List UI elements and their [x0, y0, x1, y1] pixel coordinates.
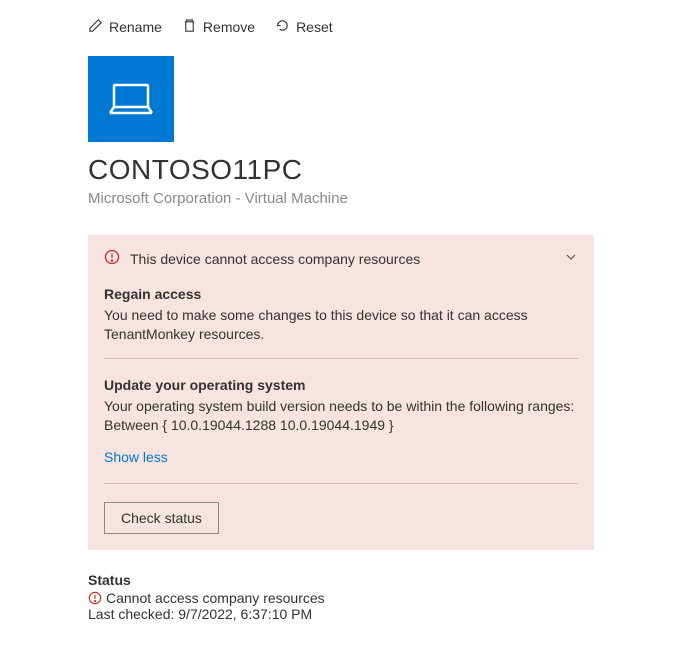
- compliance-alert: This device cannot access company resour…: [88, 235, 594, 550]
- toolbar: Rename Remove Reset: [88, 18, 594, 36]
- device-subtitle: Microsoft Corporation - Virtual Machine: [88, 190, 594, 207]
- device-icon: [88, 56, 174, 142]
- reset-label: Reset: [296, 19, 333, 35]
- divider: [104, 483, 578, 484]
- regain-access-text: You need to make some changes to this de…: [104, 306, 578, 344]
- trash-icon: [182, 18, 197, 36]
- show-less-link[interactable]: Show less: [104, 449, 578, 465]
- remove-button[interactable]: Remove: [182, 18, 255, 36]
- device-name: CONTOSO11PC: [88, 154, 594, 186]
- error-icon: [88, 591, 102, 605]
- status-message: Cannot access company resources: [106, 590, 325, 606]
- status-line: Cannot access company resources: [88, 590, 594, 606]
- update-os-text: Your operating system build version need…: [104, 397, 578, 435]
- divider: [104, 358, 578, 359]
- update-os-heading: Update your operating system: [104, 377, 578, 393]
- remove-label: Remove: [203, 19, 255, 35]
- rename-label: Rename: [109, 19, 162, 35]
- status-section: Status Cannot access company resources L…: [88, 572, 594, 622]
- rename-button[interactable]: Rename: [88, 18, 162, 36]
- alert-header[interactable]: This device cannot access company resour…: [104, 249, 578, 268]
- error-icon: [104, 249, 120, 268]
- reset-icon: [275, 18, 290, 36]
- check-status-button[interactable]: Check status: [104, 502, 219, 534]
- status-last-checked: Last checked: 9/7/2022, 6:37:10 PM: [88, 606, 594, 622]
- chevron-down-icon: [564, 250, 578, 267]
- status-heading: Status: [88, 572, 594, 588]
- reset-button[interactable]: Reset: [275, 18, 333, 36]
- pencil-icon: [88, 18, 103, 36]
- alert-title: This device cannot access company resour…: [130, 251, 554, 267]
- regain-access-heading: Regain access: [104, 286, 578, 302]
